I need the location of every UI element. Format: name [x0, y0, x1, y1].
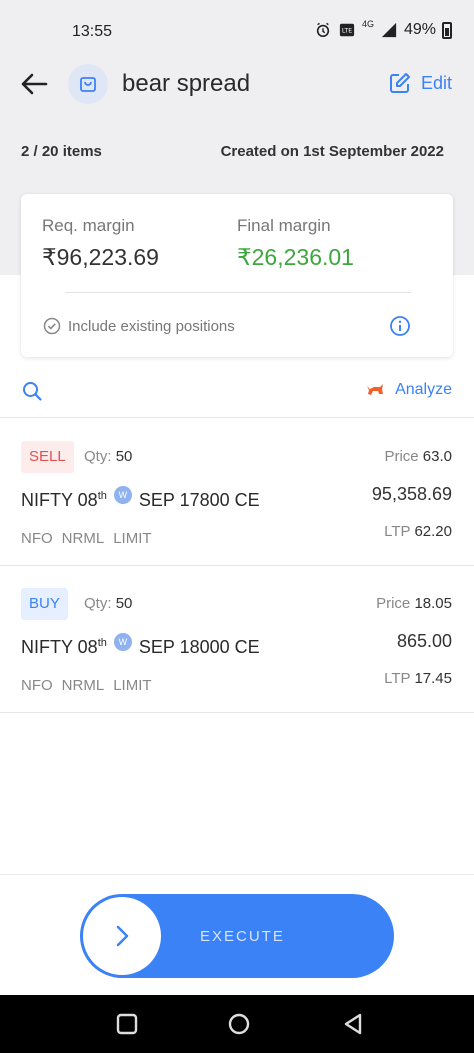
include-positions-toggle[interactable]: Include existing positions — [43, 317, 235, 335]
volte-icon: LTE — [339, 23, 355, 37]
home-icon[interactable] — [226, 1011, 252, 1037]
include-positions-label: Include existing positions — [68, 317, 235, 335]
ltp-value: 17.45 — [414, 670, 452, 687]
order-ltp: LTP 17.45 — [384, 670, 452, 687]
status-time: 13:55 — [72, 23, 113, 40]
price-label: Price — [376, 595, 411, 612]
weekly-expiry-badge: W — [113, 486, 132, 504]
status-icons: LTE 4G 49% — [314, 19, 452, 39]
info-icon[interactable] — [389, 315, 411, 337]
execute-slider[interactable]: EXECUTE — [80, 894, 394, 978]
bull-icon — [367, 384, 384, 395]
items-count: 2 / 20 items — [21, 143, 102, 160]
sell-badge: SELL — [21, 441, 74, 473]
order-type-tag: LIMIT — [113, 677, 152, 694]
order-value: 95,358.69 — [371, 484, 452, 504]
list-divider — [0, 417, 474, 418]
order-tags: NFO NRML LIMIT — [21, 677, 161, 694]
exchange-tag: NFO — [21, 677, 53, 694]
required-margin-value: ₹96,223.69 — [42, 244, 159, 270]
order-tags: NFO NRML LIMIT — [21, 530, 161, 547]
order-type-tag: LIMIT — [113, 530, 152, 547]
navigation-bar — [0, 995, 474, 1053]
execute-label: EXECUTE — [200, 928, 285, 945]
qty-label: Qty: — [84, 448, 112, 465]
check-circle-icon — [43, 317, 61, 335]
chevron-right-icon — [116, 925, 129, 947]
ltp-label: LTP — [384, 670, 411, 687]
battery-icon — [442, 21, 452, 39]
ltp-label: LTP — [384, 523, 411, 540]
execute-knob[interactable] — [83, 897, 161, 975]
back-arrow-icon — [21, 73, 48, 95]
product-tag: NRML — [61, 530, 105, 547]
qty-label: Qty: — [84, 595, 112, 612]
basket-avatar — [68, 64, 108, 104]
contract-name: SEP 17800 CE — [138, 490, 260, 510]
margin-card: Req. margin ₹96,223.69 Final margin ₹26,… — [21, 194, 453, 357]
instrument-symbol: NIFTY 08 — [21, 637, 98, 657]
order-ltp: LTP 62.20 — [384, 523, 452, 540]
edit-button[interactable]: Edit — [389, 72, 452, 94]
signal-icon — [381, 22, 397, 38]
order-value: 865.00 — [396, 631, 452, 651]
search-icon[interactable] — [21, 380, 43, 402]
analyze-button[interactable]: Analyze — [365, 381, 452, 399]
final-margin-value: ₹26,236.01 — [237, 244, 354, 270]
qty-value: 50 — [115, 595, 133, 612]
alarm-icon — [316, 22, 330, 38]
created-date: Created on 1st September 2022 — [220, 143, 444, 160]
order-qty: Qty: 50 — [84, 595, 132, 612]
card-divider — [65, 292, 411, 293]
order-qty: Qty: 50 — [84, 448, 132, 465]
contract-name: SEP 18000 CE — [138, 637, 260, 657]
analyze-label: Analyze — [395, 381, 452, 398]
order-price: Price 18.05 — [376, 595, 452, 612]
weekly-expiry-badge: W — [113, 633, 132, 651]
edit-label: Edit — [420, 72, 452, 93]
date-suffix: th — [97, 637, 107, 649]
final-margin-label: Final margin — [237, 216, 331, 235]
svg-text:LTE: LTE — [342, 28, 352, 35]
list-divider — [0, 565, 474, 566]
product-tag: NRML — [61, 677, 105, 694]
recent-apps-icon[interactable] — [114, 1011, 140, 1037]
price-label: Price — [384, 448, 419, 465]
ltp-value: 62.20 — [414, 523, 452, 540]
instrument-name: NIFTY 08th W SEP 17800 CE — [21, 486, 260, 511]
network-type: 4G — [361, 19, 374, 29]
required-margin-label: Req. margin — [42, 216, 135, 235]
exchange-tag: NFO — [21, 530, 53, 547]
page-title: bear spread — [122, 70, 251, 97]
bottom-divider — [0, 874, 474, 875]
qty-value: 50 — [115, 448, 133, 465]
instrument-symbol: NIFTY 08 — [21, 490, 98, 510]
battery-percent: 49% — [403, 21, 436, 38]
buy-badge: BUY — [21, 588, 68, 620]
status-bar: 13:55 LTE 4G 49% — [0, 0, 474, 62]
back-button[interactable] — [18, 68, 50, 100]
date-suffix: th — [97, 490, 107, 502]
basket-icon — [80, 77, 96, 92]
edit-icon — [389, 73, 410, 93]
list-divider — [0, 712, 474, 713]
order-price: Price 63.0 — [384, 448, 452, 465]
nav-back-icon[interactable] — [340, 1011, 366, 1037]
price-value: 63.0 — [422, 448, 452, 465]
price-value: 18.05 — [414, 595, 452, 612]
instrument-name: NIFTY 08th W SEP 18000 CE — [21, 633, 260, 658]
